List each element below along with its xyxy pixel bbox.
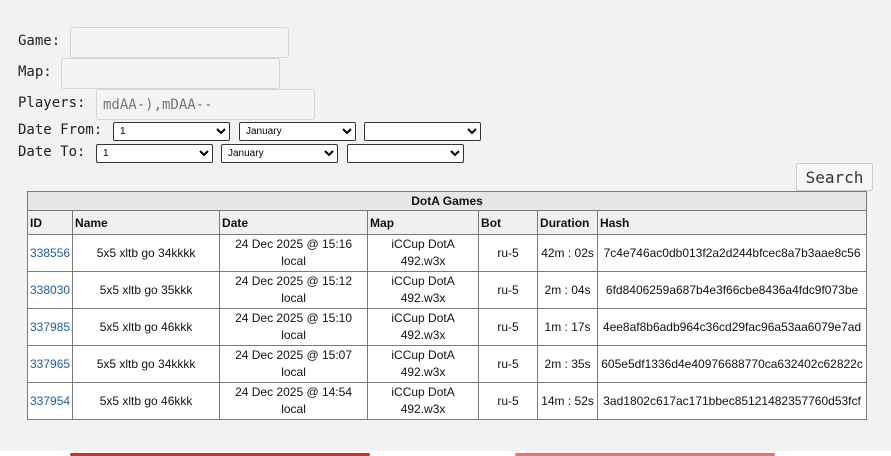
games-table: DotA Games ID Name Date Map Bot Duration… bbox=[26, 191, 868, 420]
game-bot-cell: ru-5 bbox=[478, 271, 539, 309]
game-duration-cell: 2m : 04s bbox=[537, 271, 599, 309]
game-date-cell: 24 Dec 2025 @ 14:54 local bbox=[219, 382, 369, 420]
map-label: Map: bbox=[18, 64, 52, 80]
date-from-year-select[interactable] bbox=[364, 122, 481, 141]
players-label: Players: bbox=[18, 95, 86, 111]
map-name: iCCup DotA bbox=[391, 385, 455, 399]
date-to-year-select[interactable] bbox=[347, 144, 464, 163]
date-from-month-select[interactable]: January bbox=[239, 122, 356, 141]
map-file: 492.w3x bbox=[400, 402, 446, 416]
map-name: iCCup DotA bbox=[391, 348, 455, 362]
game-id-cell: 338030 bbox=[26, 271, 74, 309]
column-header-map: Map bbox=[367, 210, 480, 235]
game-bot-cell: ru-5 bbox=[478, 382, 539, 420]
table-caption: DotA Games bbox=[26, 191, 868, 211]
game-hash-cell: 7c4e746ac0db013f2a2d244bfcec8a7b3aae8c56 bbox=[597, 234, 868, 272]
game-bot-cell: ru-5 bbox=[478, 345, 539, 383]
column-header-id: ID bbox=[26, 210, 74, 235]
table-row: 337985 5x5 xltb go 46kkk 24 Dec 2025 @ 1… bbox=[26, 308, 868, 346]
game-map-cell: iCCup DotA 492.w3x bbox=[367, 308, 480, 346]
game-bot-cell: ru-5 bbox=[478, 234, 539, 272]
game-map-cell: iCCup DotA 492.w3x bbox=[367, 271, 480, 309]
game-map-cell: iCCup DotA 492.w3x bbox=[367, 234, 480, 272]
game-id-cell: 337954 bbox=[26, 382, 74, 420]
date-from-day-select[interactable]: 1 bbox=[113, 122, 230, 141]
game-date-cell: 24 Dec 2025 @ 15:07 local bbox=[219, 345, 369, 383]
game-id-link[interactable]: 337985 bbox=[30, 320, 70, 334]
game-date-cell: 24 Dec 2025 @ 15:16 local bbox=[219, 234, 369, 272]
map-file: 492.w3x bbox=[400, 328, 446, 342]
game-id-cell: 337965 bbox=[26, 345, 74, 383]
game-hash-cell: 6fd8406259a687b4e3f66cbe8436a4fdc9f073be bbox=[597, 271, 868, 309]
game-bot-cell: ru-5 bbox=[478, 308, 539, 346]
map-file: 492.w3x bbox=[400, 254, 446, 268]
game-id-cell: 337985 bbox=[26, 308, 74, 346]
column-header-name: Name bbox=[72, 210, 221, 235]
game-date-cell: 24 Dec 2025 @ 15:12 local bbox=[219, 271, 369, 309]
column-header-hash: Hash bbox=[597, 210, 868, 235]
game-duration-cell: 2m : 35s bbox=[537, 345, 599, 383]
date-from-label: Date From: bbox=[18, 122, 103, 138]
players-input[interactable] bbox=[96, 89, 315, 120]
game-id-link[interactable]: 337954 bbox=[30, 394, 70, 408]
table-row: 338556 5x5 xltb go 34kkkk 24 Dec 2025 @ … bbox=[26, 234, 868, 272]
column-header-bot: Bot bbox=[478, 210, 539, 235]
map-name: iCCup DotA bbox=[391, 274, 455, 288]
map-name: iCCup DotA bbox=[391, 311, 455, 325]
game-name-cell: 5x5 xltb go 46kkk bbox=[72, 308, 221, 346]
game-map-cell: iCCup DotA 492.w3x bbox=[367, 382, 480, 420]
game-name-cell: 5x5 xltb go 35kkk bbox=[72, 271, 221, 309]
game-hash-cell: 605e5df1336d4e40976688770ca632402c62822c bbox=[597, 345, 868, 383]
game-duration-cell: 1m : 17s bbox=[537, 308, 599, 346]
search-button[interactable]: Search bbox=[796, 163, 873, 191]
game-id-cell: 338556 bbox=[26, 234, 74, 272]
map-file: 492.w3x bbox=[400, 365, 446, 379]
game-name-cell: 5x5 xltb go 46kkk bbox=[72, 382, 221, 420]
date-to-day-select[interactable]: 1 bbox=[96, 144, 213, 163]
map-file: 492.w3x bbox=[400, 291, 446, 305]
game-label: Game: bbox=[18, 33, 61, 49]
map-input[interactable] bbox=[61, 58, 280, 89]
game-id-link[interactable]: 338030 bbox=[30, 283, 70, 297]
game-hash-cell: 4ee8af8b6adb964c36cd29fac96a53aa6079e7ad bbox=[597, 308, 868, 346]
game-name-cell: 5x5 xltb go 34kkkk bbox=[72, 345, 221, 383]
game-id-link[interactable]: 338556 bbox=[30, 246, 70, 260]
date-to-label: Date To: bbox=[18, 144, 86, 160]
game-id-link[interactable]: 337965 bbox=[30, 357, 70, 371]
game-name-cell: 5x5 xltb go 34kkkk bbox=[72, 234, 221, 272]
game-date-cell: 24 Dec 2025 @ 15:10 local bbox=[219, 308, 369, 346]
table-row: 338030 5x5 xltb go 35kkk 24 Dec 2025 @ 1… bbox=[26, 271, 868, 309]
table-row: 337965 5x5 xltb go 34kkkk 24 Dec 2025 @ … bbox=[26, 345, 868, 383]
column-header-date: Date bbox=[219, 210, 369, 235]
game-duration-cell: 14m : 52s bbox=[537, 382, 599, 420]
game-map-cell: iCCup DotA 492.w3x bbox=[367, 345, 480, 383]
column-header-duration: Duration bbox=[537, 210, 599, 235]
game-duration-cell: 42m : 02s bbox=[537, 234, 599, 272]
table-row: 337954 5x5 xltb go 46kkk 24 Dec 2025 @ 1… bbox=[26, 382, 868, 420]
date-to-month-select[interactable]: January bbox=[221, 144, 338, 163]
map-name: iCCup DotA bbox=[391, 237, 455, 251]
game-input[interactable] bbox=[70, 27, 289, 58]
game-hash-cell: 3ad1802c617ac171bbec85121482357760d53fcf bbox=[597, 382, 868, 420]
